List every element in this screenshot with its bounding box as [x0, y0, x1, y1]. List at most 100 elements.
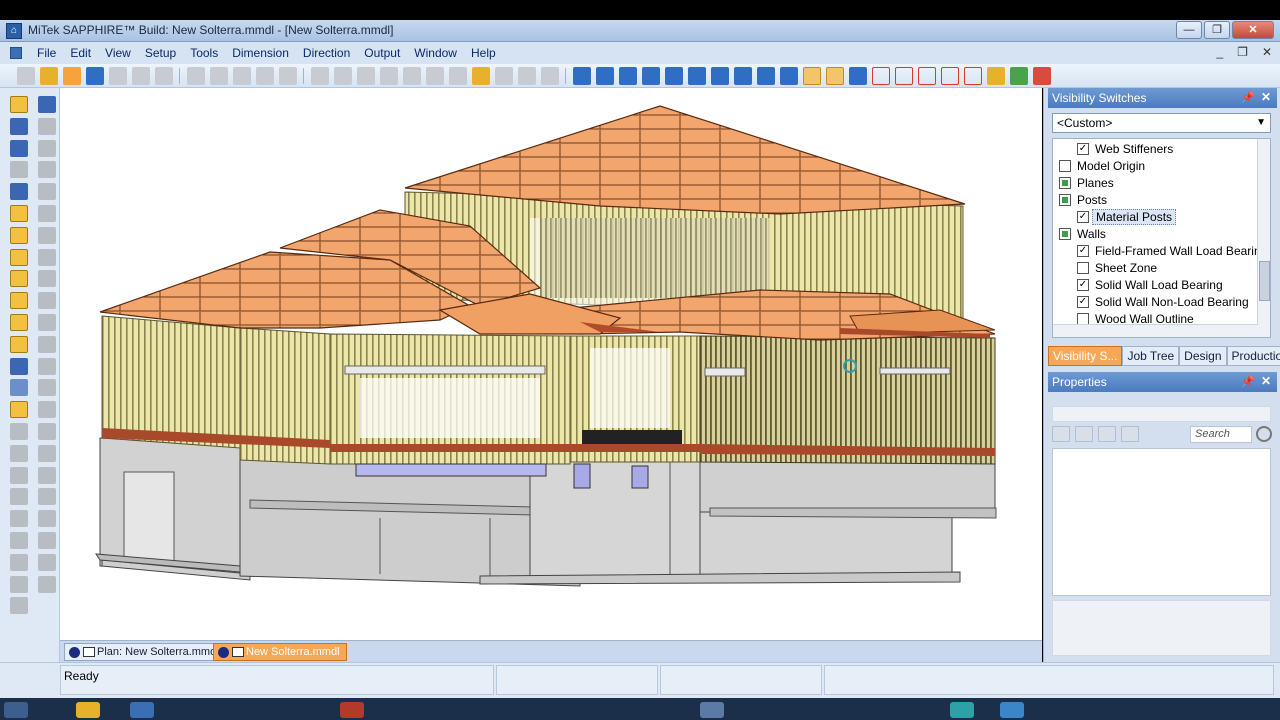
select-box-icon[interactable] [894, 66, 913, 85]
tool-icon[interactable] [10, 226, 28, 244]
tab-visibility-switches[interactable]: Visibility S... [1048, 346, 1123, 366]
start-button[interactable] [4, 702, 28, 718]
direction-down-icon[interactable] [595, 66, 614, 85]
tool-icon[interactable] [10, 292, 28, 310]
mdi-minimize-icon[interactable]: _ [1216, 45, 1223, 59]
tool-icon[interactable] [10, 204, 28, 222]
sort-alpha-icon[interactable] [1075, 426, 1093, 442]
view-tool-icon[interactable] [517, 66, 536, 85]
checkbox-solid-wall-nonload[interactable]: ✓ [1077, 296, 1089, 308]
tool-icon[interactable] [10, 161, 28, 179]
view-back-icon[interactable] [687, 66, 706, 85]
menu-setup[interactable]: Setup [138, 46, 183, 60]
tab-production[interactable]: Production... [1226, 346, 1280, 366]
categorized-icon[interactable] [1052, 426, 1070, 442]
tool-icon[interactable] [10, 401, 28, 419]
check-icon[interactable] [1032, 66, 1051, 85]
select-box-icon[interactable] [917, 66, 936, 85]
view-tool-icon[interactable] [540, 66, 559, 85]
tool-icon[interactable] [10, 466, 28, 484]
tool-icon[interactable] [38, 466, 56, 484]
select-box-icon[interactable] [963, 66, 982, 85]
close-button[interactable]: ✕ [1232, 21, 1274, 39]
snap-tool-icon[interactable] [10, 139, 28, 157]
tool-icon[interactable] [38, 204, 56, 222]
open-file-icon[interactable] [62, 66, 81, 85]
minimize-button[interactable]: — [1176, 21, 1202, 39]
tool-icon[interactable] [38, 292, 56, 310]
select-box-icon[interactable] [940, 66, 959, 85]
taskbar-app-icon[interactable] [340, 702, 364, 718]
tool-icon[interactable] [38, 488, 56, 506]
redo-icon[interactable] [154, 66, 173, 85]
menu-tools[interactable]: Tools [183, 46, 225, 60]
direction-up-icon[interactable] [572, 66, 591, 85]
tool-icon[interactable] [38, 270, 56, 288]
tab-plan-view[interactable]: Plan: New Solterra.mmdl [64, 643, 226, 661]
tool-icon[interactable] [38, 161, 56, 179]
view-tool-icon[interactable] [310, 66, 329, 85]
checkbox-walls[interactable] [1059, 228, 1071, 240]
taskbar-app-icon[interactable] [950, 702, 974, 718]
menu-file[interactable]: File [30, 46, 63, 60]
view-front-icon[interactable] [664, 66, 683, 85]
model-viewport[interactable] [60, 88, 1042, 640]
tool-icon[interactable] [10, 183, 28, 201]
menu-output[interactable]: Output [357, 46, 407, 60]
menu-edit[interactable]: Edit [63, 46, 98, 60]
tool-icon[interactable] [10, 270, 28, 288]
filter-icon[interactable] [1121, 426, 1139, 442]
tool-icon[interactable] [38, 510, 56, 528]
tab-design[interactable]: Design [1179, 346, 1227, 366]
select-tool-icon[interactable] [10, 96, 28, 113]
tool-icon[interactable] [38, 183, 56, 201]
view-tool-icon[interactable] [425, 66, 444, 85]
menu-view[interactable]: View [98, 46, 138, 60]
shaded-mode-icon[interactable] [802, 66, 821, 85]
zoom-window-icon[interactable] [255, 66, 274, 85]
tool-icon[interactable] [10, 575, 28, 593]
tool-icon[interactable] [38, 401, 56, 419]
zoom-icon[interactable] [186, 66, 205, 85]
tool-icon[interactable] [38, 379, 56, 397]
move-tool-icon[interactable] [38, 96, 56, 113]
tool-icon[interactable] [10, 488, 28, 506]
tool-icon[interactable] [10, 444, 28, 462]
new-file-icon[interactable] [16, 66, 35, 85]
menu-help[interactable]: Help [464, 46, 503, 60]
scrollbar-thumb[interactable] [1259, 261, 1270, 301]
home-icon[interactable] [986, 66, 1005, 85]
view-tool-icon[interactable] [379, 66, 398, 85]
close-icon[interactable]: ✕ [1261, 90, 1271, 104]
draw-tool-icon[interactable] [10, 117, 28, 135]
direction-right-icon[interactable] [641, 66, 660, 85]
refresh-icon[interactable] [1009, 66, 1028, 85]
tab-model-view[interactable]: New Solterra.mmdl [213, 643, 347, 661]
menu-window[interactable]: Window [407, 46, 464, 60]
view-bottom-icon[interactable] [733, 66, 752, 85]
checkbox-sheet-zone[interactable] [1077, 262, 1089, 274]
tool-icon[interactable] [38, 553, 56, 571]
vertical-scrollbar[interactable] [1257, 139, 1270, 337]
property-pages-icon[interactable] [1098, 426, 1116, 442]
tool-icon[interactable] [38, 575, 56, 593]
view-iso-icon[interactable] [756, 66, 775, 85]
restore-button[interactable]: ❐ [1204, 21, 1230, 39]
tool-icon[interactable] [10, 531, 28, 549]
mdi-restore-icon[interactable]: ❐ [1237, 45, 1248, 59]
search-icon[interactable] [1256, 426, 1272, 442]
house-3d-model[interactable] [60, 88, 1042, 640]
taskbar-app-icon[interactable] [1000, 702, 1024, 718]
tool-icon[interactable] [10, 357, 28, 375]
checkbox-solid-wall-load[interactable]: ✓ [1077, 279, 1089, 291]
view-tool-icon[interactable] [448, 66, 467, 85]
view-tool-icon[interactable] [402, 66, 421, 85]
tool-icon[interactable] [10, 313, 28, 331]
save-icon[interactable] [85, 66, 104, 85]
zoom-out-icon[interactable] [232, 66, 251, 85]
tool-icon[interactable] [38, 357, 56, 375]
tool-icon[interactable] [10, 379, 28, 397]
horizontal-scrollbar[interactable] [1053, 324, 1258, 337]
checkbox-field-framed-wall[interactable]: ✓ [1077, 245, 1089, 257]
tool-icon[interactable] [10, 422, 28, 440]
